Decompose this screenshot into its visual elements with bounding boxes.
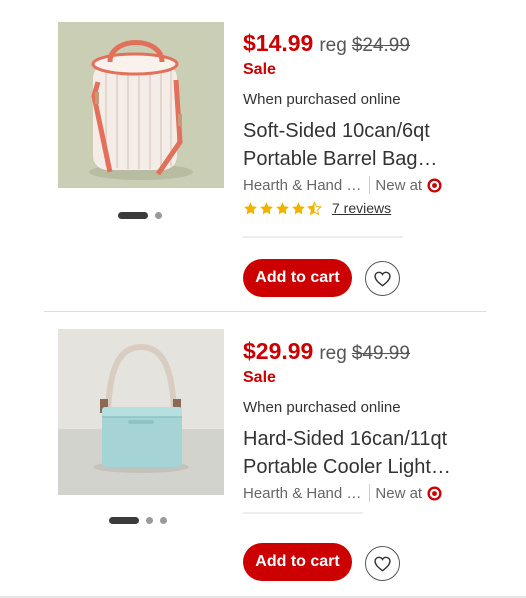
reg-label: reg bbox=[319, 35, 347, 56]
brand-link[interactable]: Hearth & Hand … bbox=[243, 177, 361, 194]
current-price: $14.99 bbox=[243, 30, 314, 56]
price-line: $14.99 reg $24.99 bbox=[243, 30, 493, 57]
product-title-line-1[interactable]: Hard-Sided 16can/11qt bbox=[243, 425, 493, 453]
star-icon bbox=[292, 201, 305, 214]
image-carousel-dots[interactable] bbox=[109, 517, 167, 524]
brand-link[interactable]: Hearth & Hand … bbox=[243, 485, 361, 502]
product-title-line-2[interactable]: Portable Barrel Bag… bbox=[243, 145, 493, 173]
image-carousel-dots[interactable] bbox=[118, 212, 162, 219]
carousel-dot[interactable] bbox=[160, 517, 167, 524]
purchase-note: When purchased online bbox=[243, 399, 401, 416]
brand-availability: Hearth & Hand … New at bbox=[243, 484, 493, 502]
product-title[interactable]: Hard-Sided 16can/11qt Portable Cooler Li… bbox=[243, 425, 493, 481]
reviews-link[interactable]: 7 reviews bbox=[332, 200, 391, 216]
product-image[interactable] bbox=[58, 329, 224, 495]
carousel-dot[interactable] bbox=[146, 517, 153, 524]
carousel-dot-active[interactable] bbox=[109, 517, 139, 524]
rating[interactable]: 7 reviews bbox=[243, 200, 493, 216]
brand-availability: Hearth & Hand … New at bbox=[243, 176, 493, 194]
availability-text: New at bbox=[375, 176, 423, 194]
star-icon bbox=[260, 201, 273, 214]
product-title-line-1[interactable]: Soft-Sided 10can/6qt bbox=[243, 117, 493, 145]
star-half-icon bbox=[307, 200, 322, 215]
favorite-button[interactable] bbox=[365, 546, 400, 581]
product-card: $29.99 reg $49.99 Sale When purchased on… bbox=[0, 313, 526, 598]
product-info: $14.99 reg $24.99 Sale When purchased on… bbox=[243, 30, 493, 216]
star-rating bbox=[243, 200, 322, 216]
price-line: $29.99 reg $49.99 bbox=[243, 338, 493, 365]
regular-price: $49.99 bbox=[351, 343, 410, 364]
product-divider bbox=[44, 311, 486, 312]
hard-cooler-image bbox=[58, 329, 224, 495]
target-bullseye-icon bbox=[427, 177, 442, 193]
add-to-cart-button[interactable]: Add to cart bbox=[243, 543, 352, 581]
product-info: $29.99 reg $49.99 Sale When purchased on… bbox=[243, 338, 493, 502]
faded-text-placeholder bbox=[243, 236, 403, 238]
sale-label: Sale bbox=[243, 369, 276, 386]
availability-text: New at bbox=[375, 484, 423, 502]
carousel-dot-active[interactable] bbox=[118, 212, 148, 219]
star-icon bbox=[276, 201, 289, 214]
product-title-line-2[interactable]: Portable Cooler Light… bbox=[243, 453, 493, 481]
product-image[interactable] bbox=[58, 22, 224, 188]
sale-label: Sale bbox=[243, 61, 276, 78]
faded-text-placeholder bbox=[243, 512, 363, 514]
divider bbox=[369, 176, 371, 194]
product-title[interactable]: Soft-Sided 10can/6qt Portable Barrel Bag… bbox=[243, 117, 493, 173]
product-card: $14.99 reg $24.99 Sale When purchased on… bbox=[0, 0, 526, 310]
star-icon bbox=[244, 201, 257, 214]
purchase-note: When purchased online bbox=[243, 91, 401, 108]
reg-label: reg bbox=[319, 343, 347, 364]
carousel-dot[interactable] bbox=[155, 212, 162, 219]
favorite-button[interactable] bbox=[365, 261, 400, 296]
target-bullseye-icon bbox=[427, 485, 442, 501]
barrel-bag-image bbox=[58, 22, 224, 188]
current-price: $29.99 bbox=[243, 338, 314, 364]
regular-price: $24.99 bbox=[351, 35, 410, 56]
heart-outline-icon bbox=[374, 271, 391, 287]
add-to-cart-button[interactable]: Add to cart bbox=[243, 259, 352, 297]
divider bbox=[369, 484, 371, 502]
heart-outline-icon bbox=[374, 556, 391, 572]
